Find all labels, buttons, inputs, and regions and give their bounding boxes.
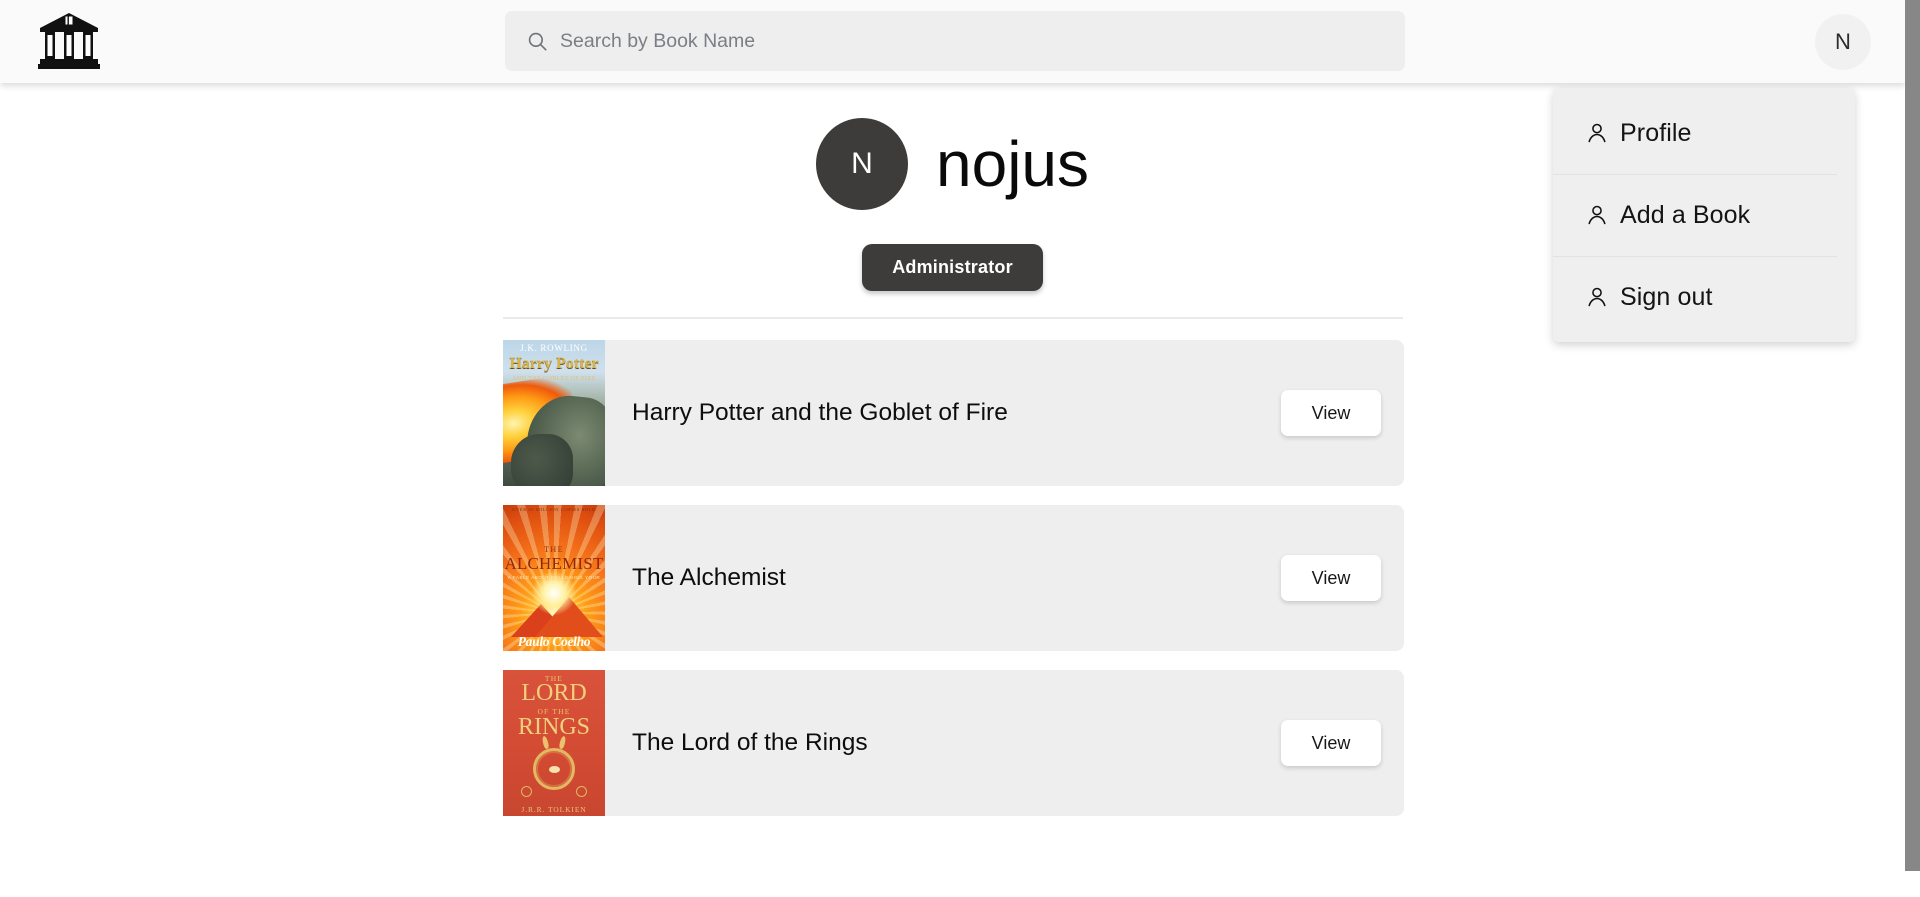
scrollbar-thumb[interactable] — [1905, 0, 1920, 871]
menu-item-label: Sign out — [1620, 282, 1713, 311]
cover-dragon-secondary-art — [511, 434, 573, 486]
account-dropdown-menu: Profile Add a Book Sign out — [1553, 88, 1855, 342]
app-header: N — [0, 0, 1905, 83]
cover-top-text: OVER 65 MILLION COPIES SOLD — [512, 507, 596, 512]
view-button[interactable]: View — [1281, 555, 1381, 601]
menu-item-add-a-book[interactable]: Add a Book — [1553, 174, 1855, 256]
search-input[interactable] — [560, 11, 1405, 71]
profile-avatar: N — [816, 118, 908, 210]
cover-rings-text: RINGS — [517, 714, 590, 740]
book-list: J.K. ROWLING Harry Potter AND THE GOBLET… — [503, 340, 1404, 835]
cover-the-text: THE — [544, 545, 564, 554]
cover-ring-dot-art — [521, 786, 532, 797]
person-icon — [1585, 121, 1609, 145]
menu-item-profile[interactable]: Profile — [1553, 92, 1855, 174]
profile-avatar-initial: N — [851, 147, 873, 180]
cover-title-text: ALCHEMIST — [504, 554, 604, 573]
book-cover-image: THE LORD OF THE RINGS J.R.R. TOLKIEN — [503, 670, 605, 816]
book-title: Harry Potter and the Goblet of Fire — [632, 399, 1008, 426]
avatar-initial: N — [1835, 29, 1851, 54]
view-button[interactable]: View — [1281, 390, 1381, 436]
view-button[interactable]: View — [1281, 720, 1381, 766]
list-item[interactable]: THE LORD OF THE RINGS J.R.R. TOLKIEN The… — [503, 670, 1404, 816]
book-title: The Alchemist — [632, 564, 786, 591]
page-title: nojus — [936, 128, 1089, 200]
cover-title-text: Harry Potter — [509, 355, 599, 372]
profile-identity: N nojus — [816, 118, 1089, 210]
menu-item-label: Profile — [1620, 118, 1692, 147]
menu-item-sign-out[interactable]: Sign out — [1553, 256, 1855, 338]
status-badge: Administrator — [862, 244, 1043, 291]
search-bar[interactable] — [505, 11, 1405, 71]
person-icon — [1585, 203, 1609, 227]
cover-subtitle-text: AND THE GOBLET OF FIRE — [512, 376, 596, 382]
search-icon — [527, 31, 548, 52]
book-title: The Lord of the Rings — [632, 729, 868, 756]
section-divider — [503, 317, 1403, 319]
book-cover-image: J.K. ROWLING Harry Potter AND THE GOBLET… — [503, 340, 605, 486]
cover-author-text: J.K. ROWLING — [520, 343, 588, 353]
avatar[interactable]: N — [1815, 14, 1871, 70]
menu-item-label: Add a Book — [1620, 200, 1751, 229]
cover-tagline-text: A FABLE ABOUT FOLLOWING YOUR DREAM — [507, 575, 601, 585]
person-icon — [1585, 285, 1609, 309]
cover-lord-text: LORD — [521, 680, 587, 706]
cover-author-text: Paulo Coelho — [517, 634, 591, 649]
cover-ring-dot-art — [576, 786, 587, 797]
library-building-icon[interactable] — [38, 11, 100, 71]
list-item[interactable]: OVER 65 MILLION COPIES SOLD THE ALCHEMIS… — [503, 505, 1404, 651]
cover-author-text: J.R.R. TOLKIEN — [521, 805, 587, 814]
list-item[interactable]: J.K. ROWLING Harry Potter AND THE GOBLET… — [503, 340, 1404, 486]
book-cover-image: OVER 65 MILLION COPIES SOLD THE ALCHEMIS… — [503, 505, 605, 651]
scrollbar[interactable] — [1905, 0, 1920, 897]
cover-ring-emblem-art — [533, 748, 575, 790]
